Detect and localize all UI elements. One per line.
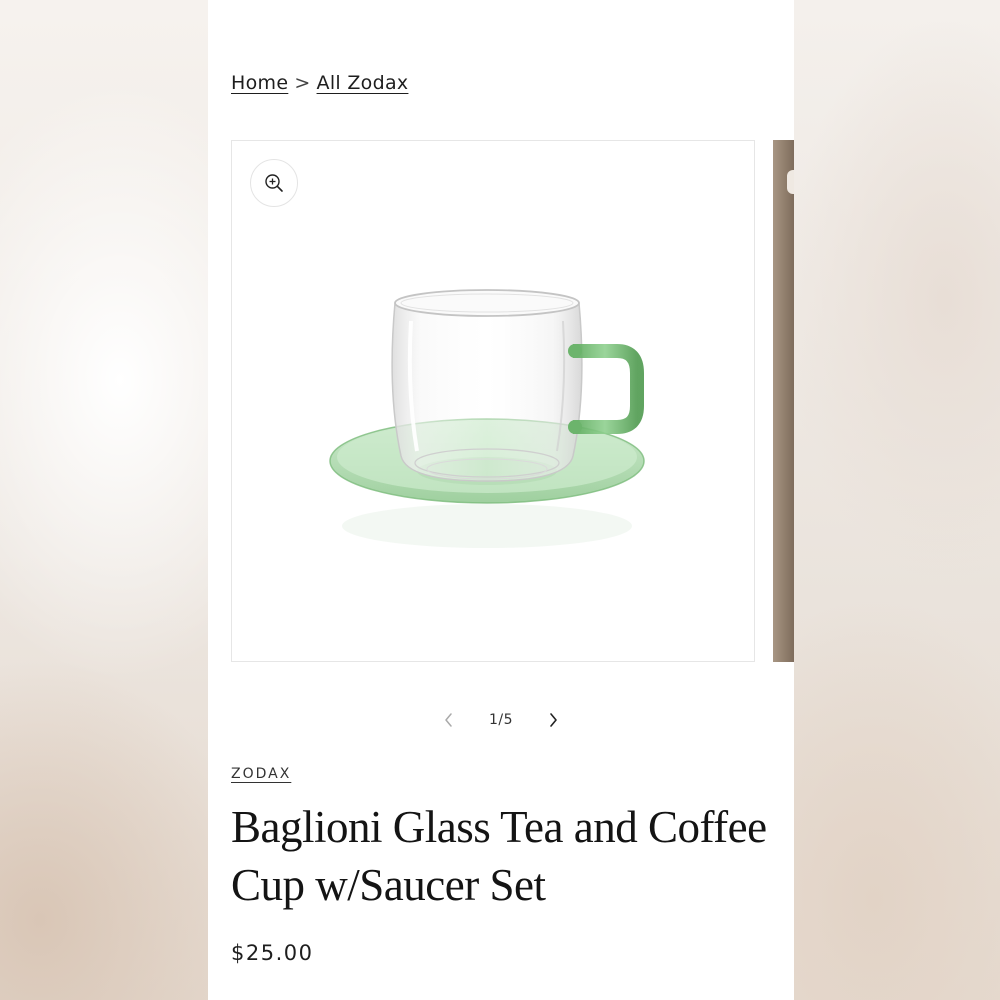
chevron-right-icon — [550, 713, 557, 727]
next-product-image-peek[interactable] — [773, 140, 794, 662]
product-vendor-link[interactable]: ZODAX — [231, 766, 291, 782]
image-counter: 1/5 — [488, 712, 514, 728]
product-title: Baglioni Glass Tea and Coffee Cup w/Sauc… — [231, 802, 767, 910]
breadcrumb-separator: > — [294, 72, 311, 94]
image-glint — [787, 170, 794, 194]
product-image-frame[interactable] — [231, 140, 755, 662]
image-pager: 1/5 — [208, 706, 794, 734]
chevron-left-icon — [445, 713, 452, 727]
product-page: Home > All Zodax 1/5 ZODAX Baglioni Glas… — [208, 0, 794, 1000]
next-image-button[interactable] — [539, 706, 567, 734]
breadcrumb-collection-link[interactable]: All Zodax — [317, 72, 409, 94]
previous-image-button[interactable] — [435, 706, 463, 734]
breadcrumb: Home > All Zodax — [231, 72, 408, 94]
product-price: $25.00 — [231, 941, 314, 965]
breadcrumb-home-link[interactable]: Home — [231, 72, 288, 94]
blurred-background-right — [794, 0, 1000, 1000]
product-image — [329, 289, 645, 548]
blurred-background-left — [0, 0, 210, 1000]
zoom-in-icon — [265, 174, 283, 192]
zoom-button[interactable] — [250, 159, 298, 207]
